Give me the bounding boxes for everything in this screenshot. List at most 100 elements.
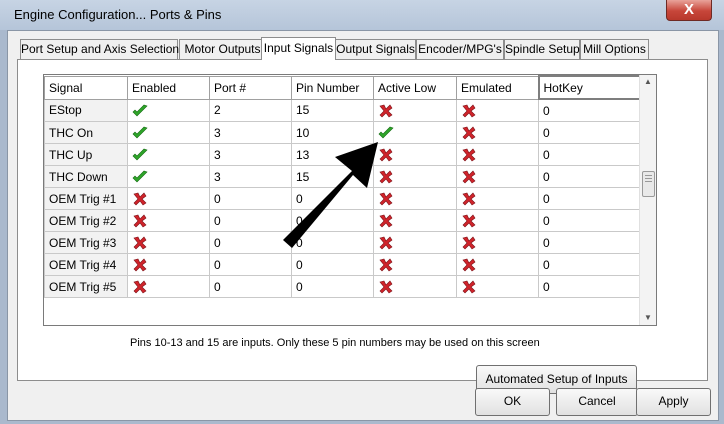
tab-motor-outputs[interactable]: Motor Outputs bbox=[179, 39, 266, 59]
cell-hotkey[interactable]: 0 bbox=[538, 121, 641, 144]
cell-hotkey[interactable]: 0 bbox=[538, 143, 641, 166]
cross-icon[interactable] bbox=[378, 170, 394, 184]
scroll-down-arrow-icon[interactable]: ▼ bbox=[640, 311, 656, 325]
cell-active-low[interactable] bbox=[373, 275, 457, 298]
cell-pin-number[interactable]: 10 bbox=[291, 121, 374, 144]
close-button[interactable]: X bbox=[666, 0, 712, 21]
table-row[interactable]: OEM Trig #1 0 0 0 bbox=[44, 187, 641, 210]
cell-port[interactable]: 0 bbox=[209, 231, 292, 254]
check-icon[interactable] bbox=[132, 170, 148, 184]
scroll-up-arrow-icon[interactable]: ▲ bbox=[640, 75, 656, 89]
cell-pin-number[interactable]: 0 bbox=[291, 253, 374, 276]
cell-emulated[interactable] bbox=[456, 121, 539, 144]
cross-icon[interactable] bbox=[461, 148, 477, 162]
cross-icon[interactable] bbox=[461, 104, 477, 118]
column-header-pin-number[interactable]: Pin Number bbox=[291, 75, 374, 100]
cross-icon[interactable] bbox=[461, 280, 477, 294]
cell-active-low[interactable] bbox=[373, 253, 457, 276]
cell-hotkey[interactable]: 0 bbox=[538, 98, 641, 122]
tab-port-setup[interactable]: Port Setup and Axis Selection bbox=[20, 39, 179, 59]
cell-signal[interactable]: OEM Trig #3 bbox=[44, 231, 128, 254]
cell-enabled[interactable] bbox=[127, 98, 210, 122]
cell-pin-number[interactable]: 0 bbox=[291, 209, 374, 232]
check-icon[interactable] bbox=[132, 148, 148, 162]
column-header-signal[interactable]: Signal bbox=[44, 75, 128, 100]
cell-active-low[interactable] bbox=[373, 165, 457, 188]
cross-icon[interactable] bbox=[132, 236, 148, 250]
cell-port[interactable]: 0 bbox=[209, 209, 292, 232]
cross-icon[interactable] bbox=[461, 258, 477, 272]
cell-signal[interactable]: THC Down bbox=[44, 165, 128, 188]
column-header-hotkey[interactable]: HotKey bbox=[537, 75, 642, 100]
cross-icon[interactable] bbox=[378, 236, 394, 250]
cell-active-low[interactable] bbox=[373, 231, 457, 254]
cell-active-low[interactable] bbox=[373, 121, 457, 144]
cell-enabled[interactable] bbox=[127, 253, 210, 276]
cell-hotkey[interactable]: 0 bbox=[538, 231, 641, 254]
cross-icon[interactable] bbox=[461, 170, 477, 184]
scroll-thumb[interactable] bbox=[642, 171, 655, 197]
cell-signal[interactable]: OEM Trig #2 bbox=[44, 209, 128, 232]
apply-button[interactable]: Apply bbox=[636, 388, 711, 416]
table-row[interactable]: OEM Trig #2 0 0 0 bbox=[44, 209, 641, 232]
tab-encoder-mpg[interactable]: Encoder/MPG's bbox=[416, 39, 504, 59]
table-row[interactable]: OEM Trig #3 0 0 0 bbox=[44, 231, 641, 254]
cell-emulated[interactable] bbox=[456, 187, 539, 210]
cell-signal[interactable]: THC On bbox=[44, 121, 128, 144]
table-row[interactable]: OEM Trig #4 0 0 0 bbox=[44, 253, 641, 276]
cross-icon[interactable] bbox=[461, 192, 477, 206]
cell-enabled[interactable] bbox=[127, 275, 210, 298]
cell-port[interactable]: 3 bbox=[209, 143, 292, 166]
cell-emulated[interactable] bbox=[456, 275, 539, 298]
cell-enabled[interactable] bbox=[127, 165, 210, 188]
cell-enabled[interactable] bbox=[127, 187, 210, 210]
cell-hotkey[interactable]: 0 bbox=[538, 253, 641, 276]
cell-pin-number[interactable]: 0 bbox=[291, 275, 374, 298]
cross-icon[interactable] bbox=[132, 192, 148, 206]
cell-hotkey[interactable]: 0 bbox=[538, 209, 641, 232]
cell-enabled[interactable] bbox=[127, 231, 210, 254]
cell-signal[interactable]: OEM Trig #4 bbox=[44, 253, 128, 276]
cross-icon[interactable] bbox=[132, 258, 148, 272]
cell-active-low[interactable] bbox=[373, 143, 457, 166]
table-row[interactable]: THC Up 3 13 0 bbox=[44, 143, 641, 166]
column-header-emulated[interactable]: Emulated bbox=[456, 75, 539, 100]
cell-hotkey[interactable]: 0 bbox=[538, 187, 641, 210]
cross-icon[interactable] bbox=[378, 258, 394, 272]
cell-emulated[interactable] bbox=[456, 98, 539, 122]
ok-button[interactable]: OK bbox=[475, 388, 550, 416]
cross-icon[interactable] bbox=[461, 214, 477, 228]
cell-port[interactable]: 0 bbox=[209, 253, 292, 276]
cell-hotkey[interactable]: 0 bbox=[538, 165, 641, 188]
cell-signal[interactable]: THC Up bbox=[44, 143, 128, 166]
cell-pin-number[interactable]: 15 bbox=[291, 165, 374, 188]
cell-emulated[interactable] bbox=[456, 209, 539, 232]
cell-signal[interactable]: EStop bbox=[44, 98, 128, 122]
table-row[interactable]: THC On 3 10 0 bbox=[44, 121, 641, 144]
cell-emulated[interactable] bbox=[456, 253, 539, 276]
check-icon[interactable] bbox=[132, 104, 148, 118]
cell-enabled[interactable] bbox=[127, 143, 210, 166]
cell-emulated[interactable] bbox=[456, 143, 539, 166]
cross-icon[interactable] bbox=[378, 214, 394, 228]
column-header-enabled[interactable]: Enabled bbox=[127, 75, 210, 100]
cell-port[interactable]: 3 bbox=[209, 165, 292, 188]
cell-active-low[interactable] bbox=[373, 209, 457, 232]
table-row[interactable]: THC Down 3 15 0 bbox=[44, 165, 641, 188]
cross-icon[interactable] bbox=[461, 126, 477, 140]
cell-enabled[interactable] bbox=[127, 121, 210, 144]
cross-icon[interactable] bbox=[378, 148, 394, 162]
check-icon[interactable] bbox=[132, 126, 148, 140]
cell-active-low[interactable] bbox=[373, 187, 457, 210]
tab-output-signals[interactable]: Output Signals bbox=[335, 39, 416, 59]
cross-icon[interactable] bbox=[378, 104, 394, 118]
cell-signal[interactable]: OEM Trig #5 bbox=[44, 275, 128, 298]
grid-scrollbar[interactable]: ▲ ▼ bbox=[639, 75, 656, 325]
column-header-port[interactable]: Port # bbox=[209, 75, 292, 100]
cross-icon[interactable] bbox=[461, 236, 477, 250]
cell-pin-number[interactable]: 0 bbox=[291, 187, 374, 210]
cell-port[interactable]: 0 bbox=[209, 187, 292, 210]
cell-pin-number[interactable]: 13 bbox=[291, 143, 374, 166]
cell-hotkey[interactable]: 0 bbox=[538, 275, 641, 298]
cell-enabled[interactable] bbox=[127, 209, 210, 232]
